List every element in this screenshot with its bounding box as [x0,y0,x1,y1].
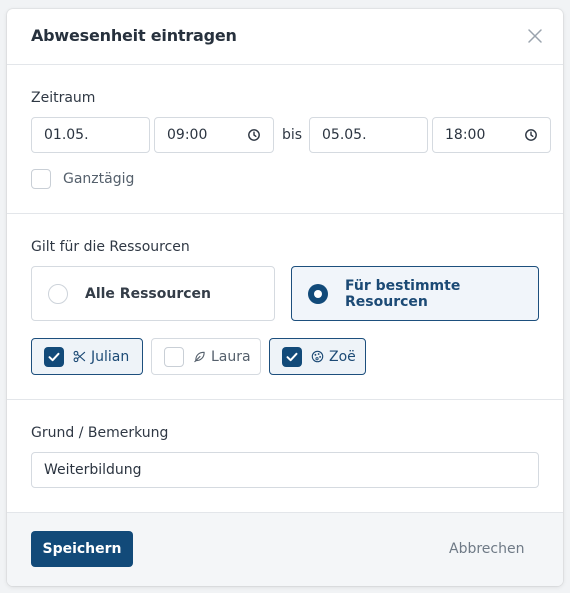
check-icon [48,352,60,361]
start-time-value: 09:00 [167,127,208,143]
end-time-value: 18:00 [445,127,486,143]
start-date-field[interactable]: 01.05. [31,117,150,153]
start-time-field[interactable]: 09:00 [154,117,274,153]
divider [7,399,563,400]
checkbox-checked[interactable] [44,346,64,367]
radio-circle-selected[interactable] [308,283,328,304]
resource-chip-julian[interactable]: Julian [31,338,143,375]
start-date-value: 01.05. [44,127,89,143]
note-label: Grund / Bemerkung [31,425,169,441]
leaf-icon [194,351,205,363]
end-time-field[interactable]: 18:00 [432,117,551,153]
dialog-title: Abwesenheit eintragen [31,26,237,45]
note-input[interactable]: Weiterbildung [31,452,539,488]
resources-label: Gilt für die Ressourcen [31,239,190,255]
dialog-header: Abwesenheit eintragen [7,9,563,65]
palette-icon [311,350,324,363]
radio-label: Alle Ressourcen [85,285,211,302]
chip-label: Zoë [329,348,356,365]
chip-label: Julian [91,348,130,365]
radio-circle[interactable] [48,283,68,304]
check-icon [286,352,298,361]
radio-specific-resources[interactable]: Für bestimmte Resourcen [291,266,539,321]
end-date-value: 05.05. [322,127,367,143]
checkbox-unchecked[interactable] [164,346,184,367]
resource-chip-zoe[interactable]: Zoë [269,338,366,375]
clock-icon[interactable] [524,128,538,142]
close-icon[interactable] [524,25,546,47]
radio-all-resources[interactable]: Alle Ressourcen [31,266,275,321]
radio-label: Für bestimmte Resourcen [345,277,461,310]
note-value: Weiterbildung [44,462,142,478]
checkbox-checked[interactable] [282,346,302,367]
period-label: Zeitraum [31,90,96,106]
resource-chip-laura[interactable]: Laura [151,338,261,375]
dialog-footer: Speichern Abbrechen [7,512,563,586]
all-day-checkbox[interactable] [31,169,51,189]
chip-label: Laura [211,348,251,365]
period-separator: bis [282,127,303,143]
divider [7,213,563,214]
cancel-button[interactable]: Abbrechen [449,541,524,557]
absence-dialog: Abwesenheit eintragen Zeitraum 01.05. 09… [7,9,563,586]
clock-icon[interactable] [247,128,261,142]
save-button[interactable]: Speichern [31,531,133,567]
end-date-field[interactable]: 05.05. [309,117,428,153]
all-day-label: Ganztägig [63,171,135,187]
scissors-icon [73,350,86,363]
